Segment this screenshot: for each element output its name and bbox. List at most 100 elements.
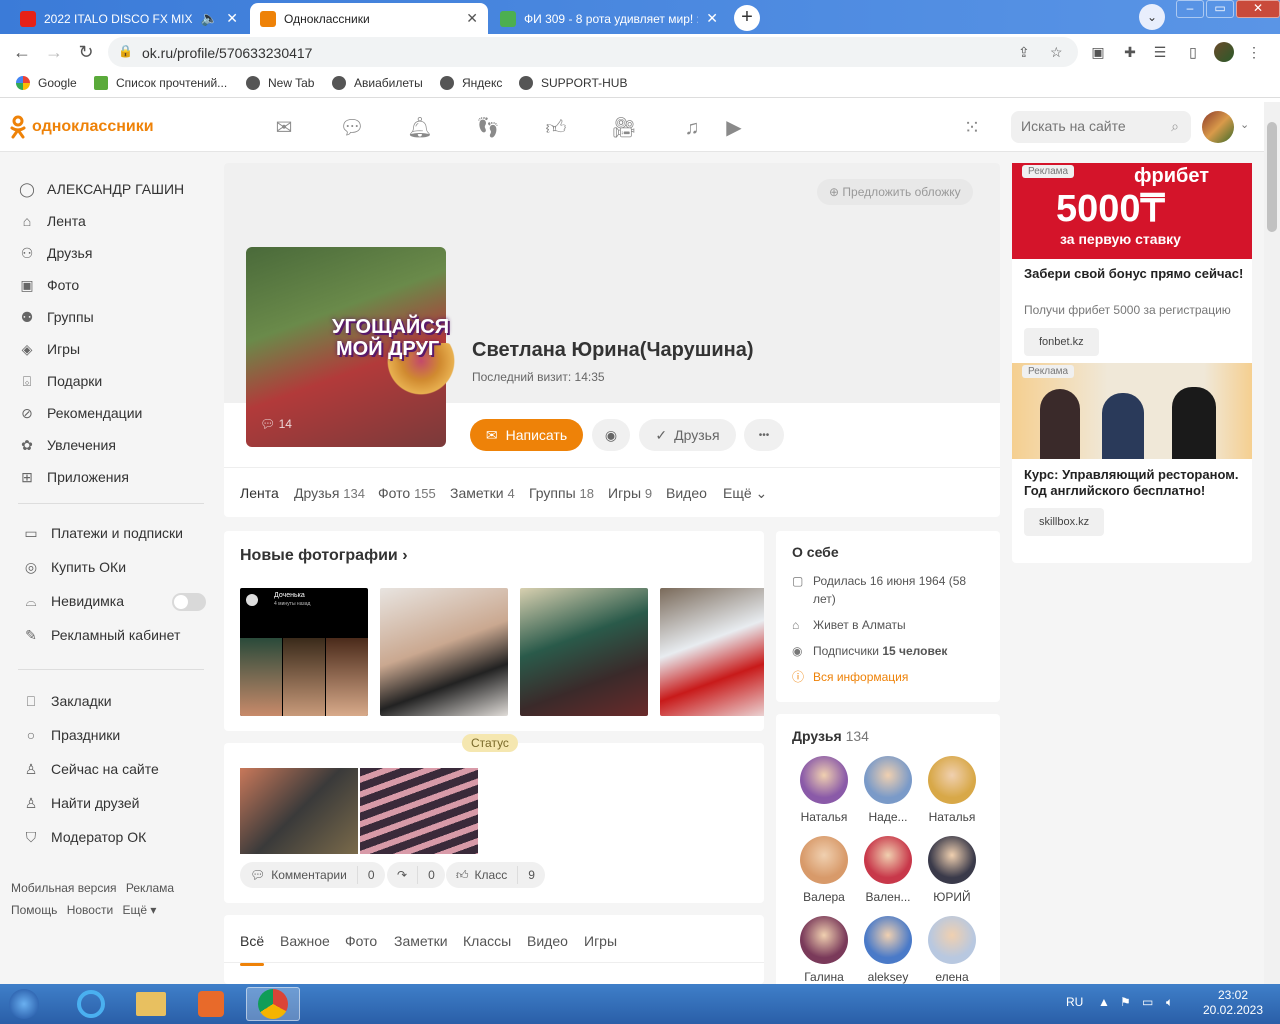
photo-thumbnail[interactable]: [660, 588, 764, 716]
reload-icon[interactable]: ↻: [74, 40, 98, 64]
tab-odnoklassniki[interactable]: Одноклассники ✕: [250, 3, 488, 34]
subscribe-button[interactable]: ◉: [592, 419, 630, 451]
sidebar-item-apps[interactable]: ⊞ Приложения: [18, 468, 129, 486]
url-text[interactable]: ok.ru/profile/570633230417: [142, 45, 312, 61]
help-link[interactable]: Помощь: [11, 903, 57, 917]
avatar[interactable]: [1202, 111, 1234, 143]
sidebar-item-find-friends[interactable]: ♙ Найти друзей: [22, 794, 140, 812]
ad-skillbox[interactable]: Реклама Курс: Управляющий рестораном. Го…: [1012, 363, 1252, 563]
chrome-icon[interactable]: [246, 987, 300, 1021]
sidebar-item-hobbies[interactable]: ✿ Увлечения: [18, 436, 116, 454]
media-player-icon[interactable]: [184, 987, 238, 1021]
extension-profile-icon[interactable]: ▣: [1088, 42, 1108, 62]
system-clock[interactable]: 23:02 20.02.2023: [1200, 988, 1266, 1018]
language-indicator[interactable]: RU: [1066, 995, 1083, 1009]
network-icon[interactable]: ▭: [1142, 995, 1153, 1009]
search-icon[interactable]: ⌕: [1171, 118, 1179, 135]
minimize-button[interactable]: –: [1176, 0, 1204, 18]
feed-tab-important[interactable]: Важное: [280, 933, 330, 949]
status-photo[interactable]: [240, 768, 358, 854]
flag-icon[interactable]: ⚑: [1120, 995, 1131, 1009]
close-icon[interactable]: ✕: [706, 10, 718, 27]
sidebar-item-gifts[interactable]: ⌺ Подарки: [18, 372, 102, 390]
more-link[interactable]: Ещё ▾: [123, 903, 157, 917]
internet-explorer-icon[interactable]: [64, 987, 118, 1021]
close-icon[interactable]: ✕: [466, 10, 478, 27]
sidebar-item-payments[interactable]: ▭ Платежи и подписки: [22, 524, 183, 542]
side-panel-icon[interactable]: ▯: [1183, 42, 1203, 62]
star-icon[interactable]: ☆: [1050, 44, 1063, 61]
tab-notes[interactable]: Заметки 4: [450, 485, 515, 501]
close-icon[interactable]: ✕: [226, 10, 238, 27]
suggest-cover-button[interactable]: ⊕ Предложить обложку: [817, 179, 973, 205]
ad-link-button[interactable]: fonbet.kz: [1024, 328, 1099, 356]
sidebar-item-bookmarks[interactable]: ⎕ Закладки: [22, 692, 112, 710]
tab-fi-309[interactable]: ФИ 309 - 8 рота удивляет мир! : ✕: [490, 3, 728, 34]
news-link[interactable]: Новости: [67, 903, 113, 917]
friend-item[interactable]: Вален...: [856, 836, 920, 904]
back-icon[interactable]: ←: [10, 40, 34, 64]
write-message-button[interactable]: ✉ Написать: [470, 419, 583, 451]
sidebar-item-photos[interactable]: ▣ Фото: [18, 276, 79, 294]
tab-search-chevron-icon[interactable]: ⌄: [1139, 4, 1165, 30]
feed-tab-video[interactable]: Видео: [527, 933, 568, 949]
friend-item[interactable]: Наталья: [920, 756, 984, 824]
mail-icon[interactable]: ✉: [270, 114, 298, 142]
maximize-button[interactable]: ▭: [1206, 0, 1234, 18]
friend-item[interactable]: aleksey: [856, 916, 920, 984]
friend-item[interactable]: Галина: [792, 916, 856, 984]
friend-item[interactable]: Наде...: [856, 756, 920, 824]
address-bar[interactable]: 🔒 ok.ru/profile/570633230417 ⇪ ☆: [108, 37, 1078, 67]
speaker-icon[interactable]: 🔈: [201, 10, 218, 27]
ad-fonbet[interactable]: фрибет 5000₸ за первую ставку Реклама За…: [1012, 163, 1252, 363]
bookmark-google[interactable]: Google: [16, 76, 77, 90]
friends-title[interactable]: Друзья 134: [792, 728, 869, 744]
status-photo[interactable]: [360, 768, 478, 854]
site-search[interactable]: ⌕: [1011, 111, 1191, 143]
media-queue-icon[interactable]: ☰: [1150, 42, 1170, 62]
scrollbar-thumb[interactable]: [1267, 122, 1277, 232]
music-icon[interactable]: ♫: [678, 114, 706, 142]
tray-expand-icon[interactable]: ▲: [1098, 995, 1110, 1009]
ad-link-button[interactable]: skillbox.kz: [1024, 508, 1105, 536]
friend-item[interactable]: Валера: [792, 836, 856, 904]
friend-item[interactable]: Наталья: [792, 756, 856, 824]
volume-icon[interactable]: 🔈︎: [1166, 995, 1173, 1010]
sidebar-item-games[interactable]: ◈ Игры: [18, 340, 80, 358]
photo-thumbnail[interactable]: Доченька 4 минуты назад: [240, 588, 368, 716]
start-button[interactable]: [4, 987, 44, 1021]
bookmark-aviabilety[interactable]: Авиабилеты: [332, 76, 423, 90]
tab-games[interactable]: Игры 9: [608, 485, 652, 501]
all-info-link[interactable]: ⓘ Вся информация: [792, 668, 908, 686]
like-icon[interactable]: 👍︎: [542, 114, 570, 142]
tab-video[interactable]: Видео: [666, 485, 707, 501]
class-like-button[interactable]: 👍︎ Класс 9: [446, 862, 545, 888]
feed-tab-games[interactable]: Игры: [584, 933, 617, 949]
sidebar-item-recommendations[interactable]: ⊘ Рекомендации: [18, 404, 142, 422]
sidebar-item-invisible[interactable]: ⌓ Невидимка: [22, 592, 124, 610]
tab-feed[interactable]: Лента: [240, 485, 279, 501]
sidebar-item-buy-oki[interactable]: ◎ Купить ОКи: [22, 558, 126, 576]
apps-grid-icon[interactable]: ⁙: [958, 114, 986, 142]
sidebar-item-ad-cabinet[interactable]: ✎ Рекламный кабинет: [22, 626, 180, 644]
feed-tab-notes[interactable]: Заметки: [394, 933, 448, 949]
share-icon[interactable]: ⇪: [1018, 44, 1030, 61]
mobile-version-link[interactable]: Мобильная версия: [11, 881, 117, 895]
bookmark-reading-list[interactable]: Список прочтений...: [94, 76, 227, 90]
invisible-toggle[interactable]: [172, 593, 206, 611]
chevron-down-icon[interactable]: ⌄: [1240, 118, 1249, 131]
sidebar-item-feed[interactable]: ⌂ Лента: [18, 212, 86, 230]
comments-button[interactable]: 💬︎ Комментарии 0: [240, 862, 385, 888]
friend-item[interactable]: елена: [920, 916, 984, 984]
video-icon[interactable]: ▶: [720, 114, 748, 142]
profile-avatar-icon[interactable]: [1214, 42, 1234, 62]
feed-tab-classes[interactable]: Классы: [463, 933, 511, 949]
more-actions-button[interactable]: •••: [744, 419, 784, 451]
video-camera-icon[interactable]: 🎥︎: [610, 114, 638, 142]
friends-status-button[interactable]: ✓ Друзья: [639, 419, 736, 451]
bookmark-yandex[interactable]: Яндекс: [440, 76, 502, 90]
photo-thumbnail[interactable]: [380, 588, 508, 716]
puzzle-icon[interactable]: ✚: [1120, 42, 1140, 62]
tab-groups[interactable]: Группы 18: [529, 485, 594, 501]
bookmark-support-hub[interactable]: SUPPORT-HUB: [519, 76, 627, 90]
